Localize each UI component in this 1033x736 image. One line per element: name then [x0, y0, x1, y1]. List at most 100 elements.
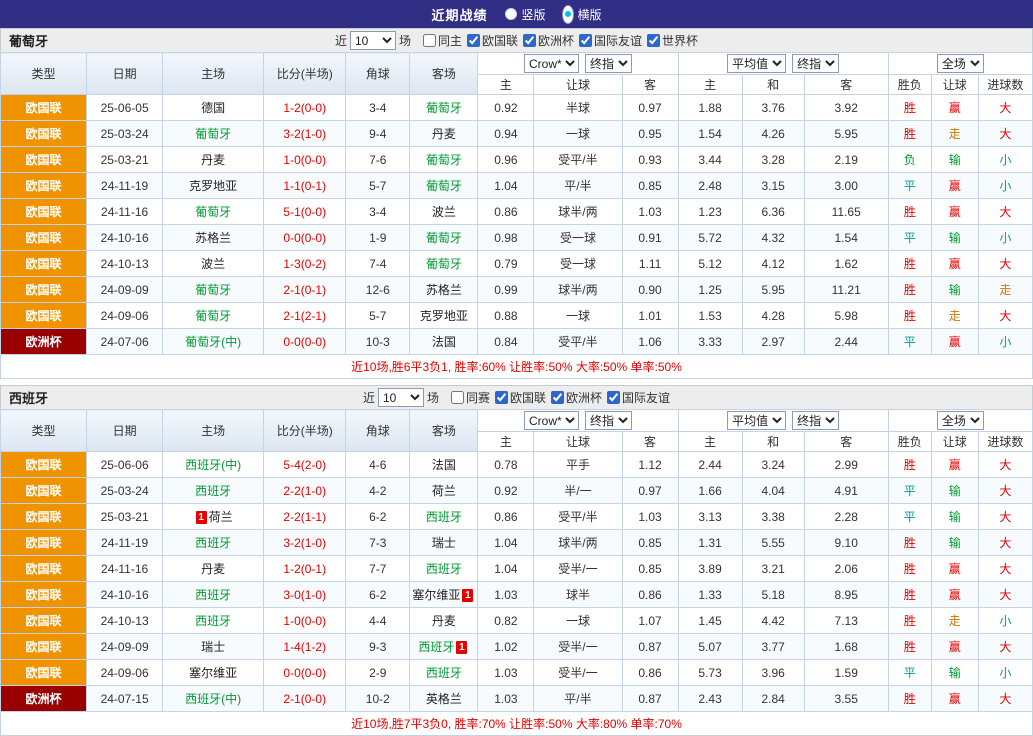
odds-handicap-header: 让球: [534, 432, 622, 452]
odds-handicap-cell: 球半: [534, 582, 622, 608]
page-title: 近期战绩: [431, 5, 487, 24]
team-name: 克罗地亚: [420, 309, 468, 323]
handicap-result-cell: 走: [931, 608, 978, 634]
score-cell: 3-0(1-0): [264, 582, 346, 608]
summary-text: 近10场,胜6平3负1, 胜率:60% 让胜率:50% 大率:50% 单率:50…: [1, 355, 1033, 379]
avg-home-cell: 1.54: [678, 121, 742, 147]
goals-cell: 大: [978, 303, 1032, 329]
odds-handicap-cell: 平/半: [534, 173, 622, 199]
away-team-cell: 葡萄牙: [410, 95, 478, 121]
bookmaker-select[interactable]: Crow*: [524, 411, 579, 430]
odds-handicap-cell: 一球: [534, 608, 622, 634]
team-name: 葡萄牙: [426, 101, 462, 115]
odds-home-cell: 0.98: [478, 225, 534, 251]
filter-checkbox[interactable]: 欧国联: [495, 389, 546, 406]
odds-away-cell: 1.01: [622, 303, 678, 329]
avg-draw-cell: 5.18: [742, 582, 804, 608]
goals-cell: 大: [978, 556, 1032, 582]
filter-checkbox[interactable]: 世界杯: [647, 32, 698, 49]
competition-type-cell: 欧国联: [1, 582, 87, 608]
team-name: 荷兰: [432, 484, 456, 498]
result-cell: 平: [888, 504, 931, 530]
games-count-select[interactable]: 10: [350, 31, 396, 50]
checkbox-input[interactable]: [647, 34, 660, 47]
odds-away-cell: 0.95: [622, 121, 678, 147]
odds-time-select[interactable]: 终指: [585, 54, 632, 73]
section-spain: 西班牙 近 10 场 同赛欧国联欧洲杯国际友谊 类型 日期: [0, 385, 1033, 736]
odds-handicap-cell: 受一球: [534, 225, 622, 251]
competition-type-cell: 欧洲杯: [1, 686, 87, 712]
avg-draw-cell: 3.96: [742, 660, 804, 686]
odds-away-cell: 0.86: [622, 582, 678, 608]
layout-radio-vertical[interactable]: 竖版: [505, 6, 545, 23]
result-cell: 平: [888, 329, 931, 355]
goals-cell: 大: [978, 95, 1032, 121]
checkbox-input[interactable]: [495, 391, 508, 404]
avg-away-cell: 11.65: [804, 199, 888, 225]
avg-draw-cell: 3.21: [742, 556, 804, 582]
filter-checkbox[interactable]: 欧洲杯: [551, 389, 602, 406]
odds-away-cell: 1.11: [622, 251, 678, 277]
result-cell: 胜: [888, 199, 931, 225]
average-time-select[interactable]: 终指: [792, 54, 839, 73]
average-select[interactable]: 平均值: [727, 54, 786, 73]
type-column-header: 类型: [1, 53, 87, 95]
scope-select[interactable]: 全场: [937, 54, 984, 73]
away-team-cell: 葡萄牙: [410, 225, 478, 251]
score-cell: 1-2(0-1): [264, 556, 346, 582]
score-cell: 0-0(0-0): [264, 329, 346, 355]
away-column-header: 客场: [410, 53, 478, 95]
avg-home-cell: 1.23: [678, 199, 742, 225]
avg-away-cell: 1.59: [804, 660, 888, 686]
handicap-result-header: 让球: [931, 432, 978, 452]
filter-checkbox[interactable]: 同赛: [451, 389, 490, 406]
avg-draw-cell: 2.97: [742, 329, 804, 355]
match-row: 欧国联25-03-211荷兰2-2(1-1)6-2西班牙0.86受平/半1.03…: [1, 504, 1033, 530]
average-odds-header: 平均值终指: [678, 53, 888, 75]
odds-home-cell: 0.96: [478, 147, 534, 173]
match-row: 欧国联24-10-13西班牙1-0(0-0)4-4丹麦0.82一球1.071.4…: [1, 608, 1033, 634]
odds-home-cell: 0.79: [478, 251, 534, 277]
date-cell: 24-07-06: [87, 329, 163, 355]
goals-header: 进球数: [978, 75, 1032, 95]
bookmaker-select[interactable]: Crow*: [524, 54, 579, 73]
scope-select[interactable]: 全场: [937, 411, 984, 430]
checkbox-input[interactable]: [579, 34, 592, 47]
team-name: 西班牙: [426, 666, 462, 680]
date-cell: 25-06-05: [87, 95, 163, 121]
avg-away-cell: 4.91: [804, 478, 888, 504]
corners-cell: 6-2: [346, 582, 410, 608]
avg-home-cell: 5.12: [678, 251, 742, 277]
checkbox-input[interactable]: [451, 391, 464, 404]
team-name: 葡萄牙: [195, 127, 231, 141]
games-count-select[interactable]: 10: [378, 388, 424, 407]
filter-checkbox[interactable]: 欧洲杯: [523, 32, 574, 49]
checkbox-input[interactable]: [467, 34, 480, 47]
competition-type-cell: 欧国联: [1, 530, 87, 556]
team-name: 葡萄牙: [426, 153, 462, 167]
average-select[interactable]: 平均值: [727, 411, 786, 430]
home-column-header: 主场: [163, 53, 264, 95]
filter-checkbox[interactable]: 国际友谊: [579, 32, 642, 49]
checkbox-input[interactable]: [523, 34, 536, 47]
checkbox-input[interactable]: [423, 34, 436, 47]
checkbox-input[interactable]: [607, 391, 620, 404]
red-card-icon: 1: [456, 641, 467, 654]
avg-home-cell: 2.48: [678, 173, 742, 199]
average-odds-header: 平均值终指: [678, 410, 888, 432]
odds-handicap-cell: 平/半: [534, 686, 622, 712]
team-name: 塞尔维亚: [412, 588, 460, 602]
competition-type-cell: 欧国联: [1, 121, 87, 147]
layout-radio-horizontal[interactable]: 横版: [562, 5, 602, 24]
average-time-select[interactable]: 终指: [792, 411, 839, 430]
odds-time-select[interactable]: 终指: [585, 411, 632, 430]
away-team-cell: 波兰: [410, 199, 478, 225]
filter-checkbox[interactable]: 同主: [423, 32, 462, 49]
match-row: 欧洲杯24-07-06葡萄牙(中)0-0(0-0)10-3法国0.84受平/半1…: [1, 329, 1033, 355]
filter-checkbox[interactable]: 国际友谊: [607, 389, 670, 406]
filter-checkbox[interactable]: 欧国联: [467, 32, 518, 49]
radio-label: 竖版: [521, 6, 545, 23]
checkbox-input[interactable]: [551, 391, 564, 404]
avg-away-cell: 3.92: [804, 95, 888, 121]
odds-home-header: 主: [478, 75, 534, 95]
